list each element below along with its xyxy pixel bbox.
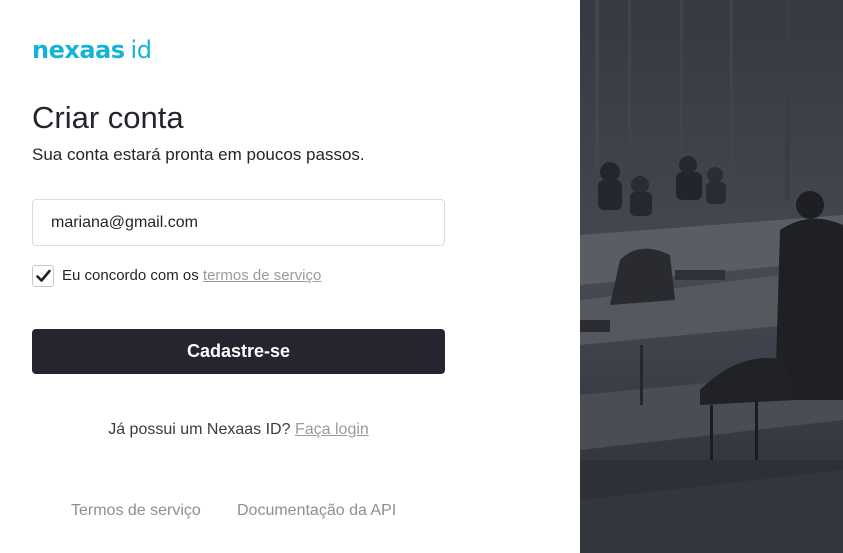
login-link[interactable]: Faça login: [295, 421, 369, 438]
signup-button[interactable]: Cadastre-se: [32, 329, 445, 374]
logo-brand: nexaas: [32, 36, 125, 64]
page-title: Criar conta: [32, 100, 184, 135]
nexaas-id-logo: nexaas id: [32, 36, 152, 64]
classroom-photo-illustration: [580, 0, 843, 553]
page-subtitle: Sua conta estará pronta em poucos passos…: [32, 145, 365, 164]
login-prompt-text: Já possui um Nexaas ID?: [108, 421, 291, 438]
terms-of-service-link[interactable]: termos de serviço: [203, 267, 321, 284]
email-field[interactable]: [32, 199, 445, 246]
footer-api-docs-link[interactable]: Documentação da API: [237, 501, 396, 521]
login-prompt: Já possui um Nexaas ID? Faça login: [32, 420, 445, 440]
checkmark-icon: [36, 269, 51, 282]
terms-agreement: Eu concordo com os termos de serviço: [62, 266, 321, 286]
terms-agreement-label: Eu concordo com os: [62, 267, 199, 284]
logo-suffix: id: [130, 36, 152, 64]
footer-terms-link[interactable]: Termos de serviço: [71, 501, 201, 521]
terms-checkbox[interactable]: [32, 265, 54, 287]
classroom-photo: [580, 0, 843, 553]
signup-panel: nexaas id Criar conta Sua conta estará pr…: [0, 0, 580, 553]
